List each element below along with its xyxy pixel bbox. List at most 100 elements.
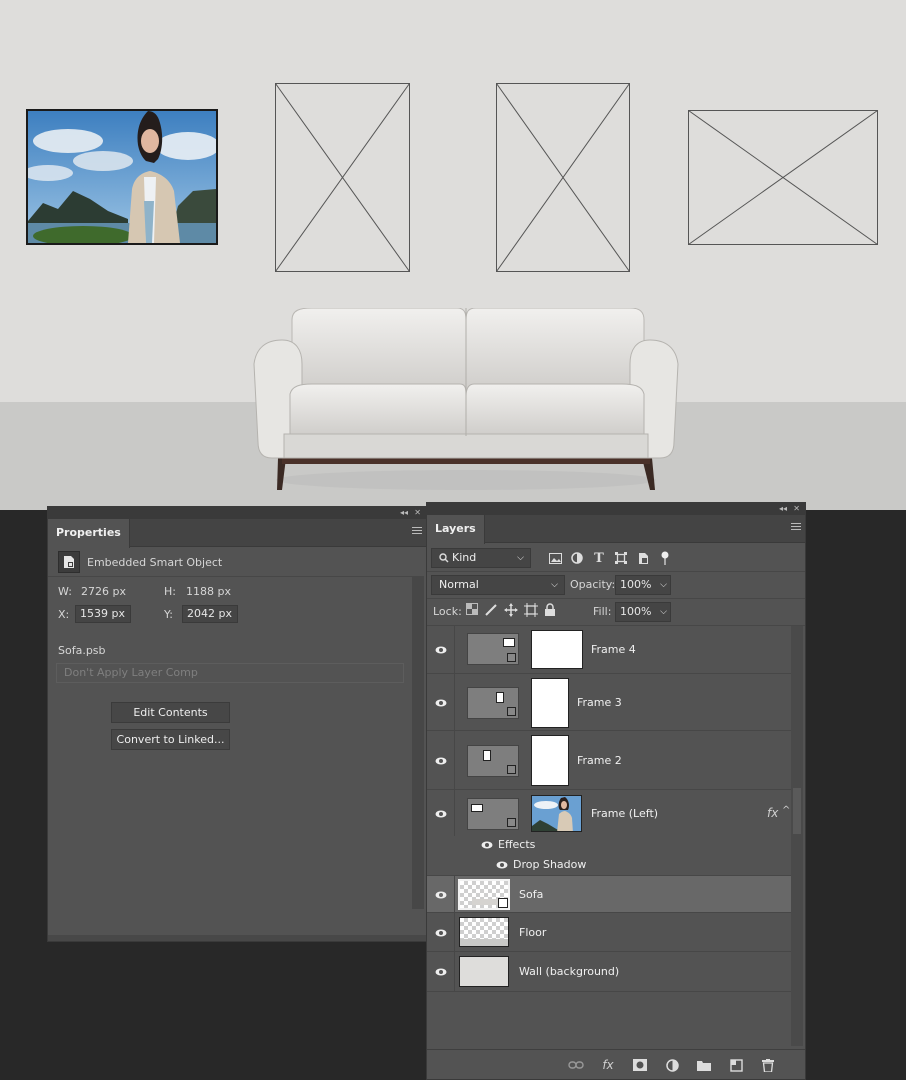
filter-kind-select[interactable]: Kind ⌵ — [431, 548, 531, 568]
lock-artboard-icon[interactable] — [524, 603, 538, 620]
panel-topbar: ◂◂ ✕ — [427, 503, 805, 515]
opacity-field[interactable]: 100% ⌵ — [615, 575, 671, 595]
pixel-filter-icon[interactable] — [547, 550, 563, 566]
visibility-eye-icon[interactable] — [435, 809, 447, 819]
layer-row-frame-2[interactable]: Frame 2 — [427, 731, 791, 790]
smart-object-filename: Sofa.psb — [58, 644, 106, 657]
visibility-eye-icon[interactable] — [435, 890, 447, 900]
layer-comp-select[interactable]: Don't Apply Layer Comp — [56, 663, 404, 683]
layer-name[interactable]: Frame (Left) — [591, 807, 658, 820]
photo-thumbnail[interactable] — [531, 795, 582, 832]
drop-shadow-visibility-eye-icon[interactable] — [496, 860, 508, 870]
smart-object-badge-icon — [498, 898, 508, 908]
add-style-fx-icon[interactable]: fx — [599, 1057, 617, 1073]
layer-row-sofa[interactable]: Sofa — [427, 876, 791, 913]
layer-row-wall-background[interactable]: Wall (background) — [427, 952, 791, 992]
drop-shadow-label[interactable]: Drop Shadow — [513, 858, 586, 871]
divider — [454, 790, 455, 836]
panel-menu-icon[interactable] — [412, 527, 422, 537]
smart-object-badge-icon — [507, 653, 516, 662]
height-value[interactable]: 1188 px — [186, 585, 231, 598]
layers-scrollbar[interactable] — [791, 626, 803, 1046]
layer-thumbnail[interactable] — [459, 956, 509, 987]
x-label: X: — [58, 608, 70, 621]
divider — [454, 876, 455, 912]
layer-mask-thumbnail[interactable] — [531, 630, 583, 669]
smart-object-badge-icon — [507, 818, 516, 827]
effects-visibility-eye-icon[interactable] — [481, 840, 493, 850]
x-field[interactable]: 1539 px — [75, 605, 131, 623]
chevron-up-icon[interactable]: ^ — [782, 805, 790, 816]
width-label: W: — [58, 585, 72, 598]
layer-name[interactable]: Sofa — [519, 888, 543, 901]
convert-to-linked-button[interactable]: Convert to Linked... — [111, 729, 230, 750]
collapse-icon[interactable]: ◂◂ — [779, 503, 787, 515]
visibility-eye-icon[interactable] — [435, 928, 447, 938]
visibility-eye-icon[interactable] — [435, 645, 447, 655]
visibility-eye-icon[interactable] — [435, 698, 447, 708]
lock-all-icon[interactable] — [544, 603, 556, 620]
tab-layers[interactable]: Layers — [427, 515, 485, 544]
layer-thumbnail — [467, 633, 519, 665]
filter-toggle-icon[interactable] — [657, 550, 673, 566]
smart-object-filter-icon[interactable] — [635, 550, 651, 566]
layer-thumbnail[interactable] — [458, 879, 510, 910]
visibility-eye-icon[interactable] — [435, 967, 447, 977]
frame-4-placeholder — [688, 110, 879, 246]
filter-icons: T — [547, 550, 673, 566]
add-mask-icon[interactable] — [631, 1057, 649, 1073]
layer-name[interactable]: Wall (background) — [519, 965, 619, 978]
tab-properties[interactable]: Properties — [48, 519, 130, 548]
layer-name[interactable]: Frame 3 — [577, 696, 622, 709]
layer-row-frame-3[interactable]: Frame 3 — [427, 674, 791, 731]
divider — [454, 952, 455, 991]
adjustment-filter-icon[interactable] — [569, 550, 585, 566]
sofa-image — [252, 307, 680, 497]
lock-transparent-icon[interactable] — [466, 603, 478, 620]
layer-row-frame-4[interactable]: Frame 4 — [427, 626, 791, 674]
layer-row-frame-left[interactable]: Frame (Left) fx ^ Effects Drop Shadow — [427, 790, 791, 876]
panel-menu-icon[interactable] — [791, 523, 801, 533]
frame-left-photo — [26, 109, 218, 245]
width-value[interactable]: 2726 px — [81, 585, 126, 598]
fill-field[interactable]: 100% ⌵ — [615, 602, 671, 622]
close-icon[interactable]: ✕ — [793, 503, 800, 515]
layer-mask-thumbnail[interactable] — [531, 678, 569, 728]
smart-object-badge-icon — [507, 707, 516, 716]
close-icon[interactable]: ✕ — [414, 507, 421, 519]
fx-badge[interactable]: fx — [767, 806, 778, 820]
chevron-down-icon[interactable]: ⌵ — [660, 603, 667, 621]
collapse-icon[interactable]: ◂◂ — [400, 507, 408, 519]
layer-thumbnail[interactable] — [459, 917, 509, 947]
shape-filter-icon[interactable] — [613, 550, 629, 566]
smart-object-header: Embedded Smart Object — [58, 551, 222, 573]
lock-icons — [466, 603, 556, 620]
y-label: Y: — [164, 608, 173, 621]
layer-name[interactable]: Frame 4 — [591, 643, 636, 656]
link-layers-icon[interactable] — [567, 1057, 585, 1073]
layer-mask-thumbnail[interactable] — [531, 735, 569, 786]
new-group-folder-icon[interactable] — [695, 1057, 713, 1073]
effects-label[interactable]: Effects — [498, 838, 535, 851]
chevron-down-icon[interactable]: ⌵ — [660, 576, 667, 594]
divider — [454, 731, 455, 789]
type-filter-icon[interactable]: T — [591, 550, 607, 566]
lock-position-icon[interactable] — [504, 603, 518, 620]
layer-row-floor[interactable]: Floor — [427, 913, 791, 952]
visibility-eye-icon[interactable] — [435, 756, 447, 766]
frame-3-placeholder — [496, 83, 631, 273]
layer-name[interactable]: Floor — [519, 926, 546, 939]
smart-object-type-label: Embedded Smart Object — [87, 555, 223, 569]
adjustment-layer-icon[interactable] — [663, 1057, 681, 1073]
frame-2-placeholder — [275, 83, 411, 273]
lock-pixels-icon[interactable] — [484, 603, 498, 620]
edit-contents-button[interactable]: Edit Contents — [111, 702, 230, 723]
trash-icon[interactable] — [759, 1057, 777, 1073]
layers-tabbar: Layers — [427, 515, 805, 544]
document-canvas[interactable] — [0, 0, 906, 510]
new-layer-icon[interactable] — [727, 1057, 745, 1073]
properties-scrollbar[interactable] — [412, 577, 424, 909]
blend-mode-select[interactable]: Normal ⌵ — [431, 575, 565, 595]
y-field[interactable]: 2042 px — [182, 605, 238, 623]
layer-name[interactable]: Frame 2 — [577, 754, 622, 767]
